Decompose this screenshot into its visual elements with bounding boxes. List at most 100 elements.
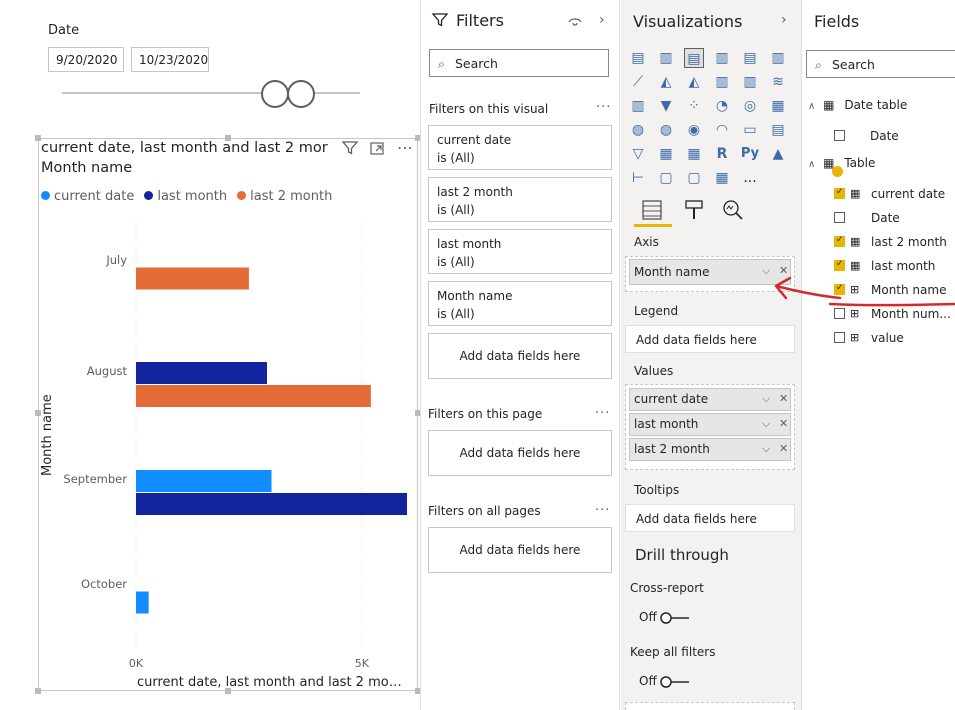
bar-last-month[interactable] (136, 362, 267, 384)
cross-report-toggle[interactable] (659, 610, 691, 629)
fields-search-placeholder: Search (832, 57, 875, 72)
clustered-bar-icon[interactable]: ▤ (684, 48, 704, 68)
annotation-underline (828, 302, 955, 307)
x-tick-label: 0K (129, 657, 144, 670)
filters-all-more-icon[interactable]: ··· (595, 503, 610, 518)
bar-current-date[interactable] (136, 591, 149, 614)
value-field-pill[interactable]: last month ⌵ ✕ (629, 413, 791, 436)
filters-on-page-label: Filters on this page (428, 407, 543, 421)
y-tick-label: August (87, 364, 128, 378)
stacked-bar-icon[interactable]: ▤ (628, 48, 648, 68)
smart-narrative-icon[interactable]: ▢ (684, 168, 704, 188)
donut-chart-icon[interactable]: ◎ (740, 96, 760, 116)
bar-last-2-month[interactable] (136, 385, 371, 407)
clustered-column-icon[interactable]: ▥ (712, 48, 732, 68)
field-row[interactable]: ▦ current date (834, 187, 945, 201)
slicer-icon[interactable]: ▽ (628, 144, 648, 164)
chevron-up-icon[interactable]: ∧ (808, 159, 815, 170)
fields-title: Fields (814, 12, 860, 31)
field-row[interactable]: Date (834, 211, 900, 225)
field-row[interactable]: ⊞ value (834, 331, 904, 345)
field-checkbox[interactable] (834, 235, 845, 247)
chevron-up-icon[interactable]: ∧ (808, 101, 815, 112)
fields-tab-icon[interactable] (641, 199, 663, 225)
multirow-card-icon[interactable]: ▤ (768, 120, 788, 140)
analytics-tab-icon[interactable] (722, 199, 744, 225)
field-row[interactable]: Date (834, 129, 899, 143)
chevron-down-icon[interactable]: ⌵ (762, 392, 770, 406)
chevron-down-icon[interactable]: ⌵ (762, 442, 770, 456)
legend-add-field[interactable]: Add data fields here (625, 325, 795, 353)
table-icon: ▦ (823, 98, 835, 112)
bar-current-date[interactable] (136, 470, 272, 492)
y-tick-label: July (105, 253, 127, 267)
ribbon-chart-icon[interactable]: ≋ (768, 72, 788, 92)
add-report-filter-field[interactable]: Add data fields here (428, 527, 612, 573)
remove-icon[interactable]: ✕ (779, 442, 788, 455)
matrix-icon[interactable]: ▦ (684, 144, 704, 164)
treemap-icon[interactable]: ▦ (768, 96, 788, 116)
r-visual-icon[interactable]: R (712, 144, 732, 164)
shape-map-icon[interactable]: ◉ (684, 120, 704, 140)
collapse-filters-icon[interactable]: › (599, 12, 605, 28)
card-icon[interactable]: ▭ (740, 120, 760, 140)
bar-last-month[interactable] (136, 493, 407, 515)
field-checkbox[interactable] (834, 187, 845, 199)
filters-visual-more-icon[interactable]: ··· (596, 100, 611, 115)
field-checkbox[interactable] (834, 130, 845, 141)
stacked-area-icon[interactable]: ◭ (684, 72, 704, 92)
python-visual-icon[interactable]: Py (740, 144, 760, 164)
field-checkbox[interactable] (834, 332, 845, 343)
remove-icon[interactable]: ✕ (779, 417, 788, 430)
report-canvas: Date 9/20/2020 10/23/2020 current date, … (0, 0, 421, 710)
table-icon[interactable]: ▦ (656, 144, 676, 164)
fields-search-input[interactable]: ⌕ Search (806, 50, 955, 78)
funnel-icon[interactable]: ▼ (656, 96, 676, 116)
filled-map-icon[interactable]: ◍ (656, 120, 676, 140)
table-in-use-badge (832, 166, 843, 177)
field-checkbox[interactable] (834, 212, 845, 223)
cross-report-state: Off (639, 610, 657, 624)
gauge-icon[interactable]: ◠ (712, 120, 732, 140)
values-label: Values (634, 364, 674, 378)
qna-icon[interactable]: ▢ (656, 168, 676, 188)
line-column-icon[interactable]: ▥ (712, 72, 732, 92)
filter-card[interactable]: Month name is (All) (428, 281, 612, 326)
remove-icon[interactable]: ✕ (779, 392, 788, 405)
line-chart-icon[interactable]: ⟋ (628, 72, 648, 92)
table-date-table[interactable]: ∧ ▦ Date table (808, 98, 907, 112)
tooltips-add-field[interactable]: Add data fields here (625, 504, 795, 532)
eye-icon[interactable] (568, 13, 582, 32)
waterfall-icon[interactable]: ▥ (628, 96, 648, 116)
field-row[interactable]: ▦ last 2 month (834, 235, 947, 249)
table-name: Date table (844, 98, 908, 112)
decomposition-tree-icon[interactable]: ⊢ (628, 168, 648, 188)
line-column-2-icon[interactable]: ▥ (740, 72, 760, 92)
more-visuals-icon[interactable]: ... (740, 168, 760, 188)
scatter-icon[interactable]: ⁘ (684, 96, 704, 116)
map-icon[interactable]: ◍ (628, 120, 648, 140)
keep-filters-toggle[interactable] (659, 674, 691, 693)
stacked-column-icon[interactable]: ▥ (656, 48, 676, 68)
collapse-viz-icon[interactable]: › (781, 12, 787, 28)
filter-card[interactable]: last month is (All) (428, 229, 612, 274)
filters-page-more-icon[interactable]: ··· (595, 406, 610, 421)
area-chart-icon[interactable]: ◭ (656, 72, 676, 92)
filters-search-input[interactable]: ⌕ Search (429, 49, 609, 77)
add-visual-filter-field[interactable]: Add data fields here (428, 333, 612, 379)
kpi-icon[interactable]: ▲ (768, 144, 788, 164)
value-field-pill[interactable]: current date ⌵ ✕ (629, 388, 791, 411)
visual-type-gallery: ▤ ▥ ▤ ▥ ▤ ▥ ⟋ ◭ ◭ ▥ ▥ ≋ ▥ ▼ ⁘ ◔ ◎ ▦ ◍ ◍ ◉ ◠ ▭ ▤ ▽ ▦ ▦ R Py ▲ ⊢ ▢ ▢ ▦... (628, 48, 796, 192)
filter-card[interactable]: last 2 month is (All) (428, 177, 612, 222)
bar-last-2-month[interactable] (136, 267, 249, 290)
100-bar-icon[interactable]: ▤ (740, 48, 760, 68)
100-column-icon[interactable]: ▥ (768, 48, 788, 68)
paginated-icon[interactable]: ▦ (712, 168, 732, 188)
chevron-down-icon[interactable]: ⌵ (762, 417, 770, 431)
filter-card[interactable]: current date is (All) (428, 125, 612, 170)
value-field-pill[interactable]: last 2 month ⌵ ✕ (629, 438, 791, 461)
add-page-filter-field[interactable]: Add data fields here (428, 430, 612, 476)
pie-chart-icon[interactable]: ◔ (712, 96, 732, 116)
filter-card-state: is (All) (437, 307, 475, 321)
format-tab-icon[interactable] (683, 199, 705, 225)
